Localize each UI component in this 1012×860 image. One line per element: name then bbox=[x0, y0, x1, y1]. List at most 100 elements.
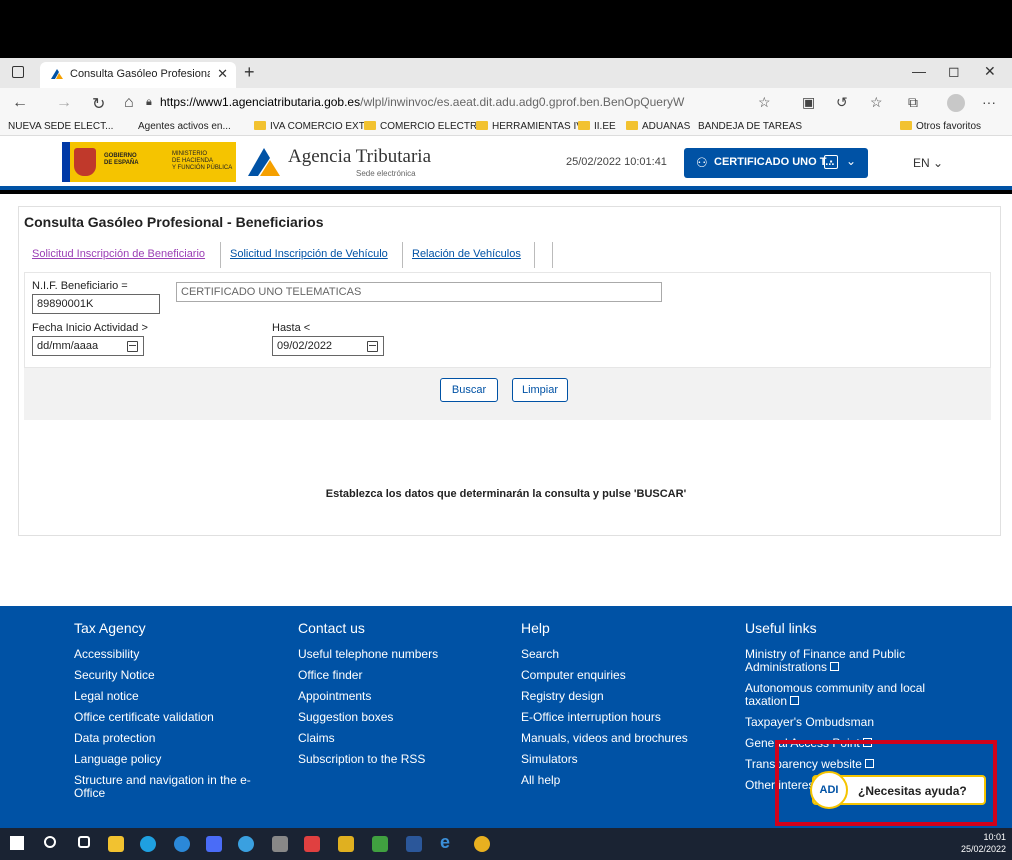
internet-explorer-icon[interactable]: e bbox=[440, 832, 456, 852]
system-clock[interactable]: 10:01 25/02/2022 bbox=[961, 831, 1006, 855]
app-icon[interactable] bbox=[338, 836, 354, 852]
bookmark-item[interactable]: Agentes activos en... bbox=[138, 121, 231, 132]
footer-link[interactable]: Data protection bbox=[74, 732, 274, 745]
bookmark-label: IVA COMERCIO EXT... bbox=[270, 121, 373, 132]
start-date-field[interactable]: dd/mm/aaaa bbox=[32, 336, 144, 356]
footer-link[interactable]: E-Office interruption hours bbox=[521, 711, 721, 724]
footer-link[interactable]: Simulators bbox=[521, 753, 721, 766]
calendar-icon[interactable] bbox=[127, 341, 138, 352]
tab-actions-icon[interactable] bbox=[12, 66, 24, 78]
footer-link[interactable]: Legal notice bbox=[74, 690, 274, 703]
footer-link[interactable]: Accessibility bbox=[74, 648, 274, 661]
agency-name[interactable]: Agencia Tributaria bbox=[288, 146, 431, 168]
new-tab-icon[interactable]: + bbox=[244, 62, 255, 83]
other-favorites[interactable]: Otros favoritos bbox=[900, 121, 981, 132]
url-field[interactable]: https://www1.agenciatributaria.gob.es/wl… bbox=[160, 95, 684, 109]
footer-link[interactable]: Computer enquiries bbox=[521, 669, 721, 682]
network-app-icon[interactable] bbox=[238, 836, 254, 852]
bookmark-label: HERRAMIENTAS IVA bbox=[492, 121, 589, 132]
footer-link[interactable]: Claims bbox=[298, 732, 498, 745]
forward-icon[interactable]: → bbox=[56, 94, 72, 112]
footer-link[interactable]: Manuals, videos and brochures bbox=[521, 732, 721, 745]
footer-link[interactable]: Appointments bbox=[298, 690, 498, 703]
footer-link[interactable]: All help bbox=[521, 774, 721, 787]
bookmark-item[interactable]: ADUANAS bbox=[626, 121, 690, 132]
word-icon[interactable] bbox=[406, 836, 422, 852]
assistant-avatar[interactable]: ADI bbox=[810, 771, 848, 809]
coat-of-arms-icon bbox=[74, 148, 96, 176]
footer-link[interactable]: Office certificate validation bbox=[74, 711, 274, 724]
help-chat-button[interactable]: ADI ¿Necesitas ayuda? bbox=[810, 771, 986, 809]
footer-link[interactable]: Office finder bbox=[298, 669, 498, 682]
profile-avatar[interactable] bbox=[947, 94, 965, 112]
bookmark-item[interactable]: HERRAMIENTAS IVA bbox=[476, 121, 589, 132]
chrome-icon[interactable] bbox=[474, 836, 490, 852]
browser-tab[interactable]: Consulta Gasóleo Profesional - B ✕ bbox=[40, 62, 236, 88]
refresh-extension-icon[interactable]: ↺ bbox=[836, 94, 848, 111]
more-icon[interactable]: ··· bbox=[982, 94, 996, 110]
clear-button[interactable]: Limpiar bbox=[512, 378, 568, 402]
bookmark-item[interactable]: II.EE bbox=[578, 121, 616, 132]
lock-icon[interactable]: 🔒︎ bbox=[146, 96, 152, 109]
nif-field[interactable]: 89890001K bbox=[32, 294, 160, 314]
footer-link[interactable]: Ministry of Finance and Public Administr… bbox=[745, 648, 935, 674]
back-icon[interactable]: ← bbox=[12, 94, 28, 112]
agency-logo-icon[interactable] bbox=[246, 146, 282, 178]
app-icon[interactable] bbox=[174, 836, 190, 852]
clock-time: 10:01 bbox=[983, 832, 1006, 842]
restore-icon[interactable]: ◻ bbox=[948, 63, 960, 80]
tab-vehicle-registration[interactable]: Solicitud Inscripción de Vehículo bbox=[230, 248, 388, 260]
extension-icon[interactable]: ▣ bbox=[802, 94, 815, 111]
bookmark-item[interactable]: COMERCIO ELECTR... bbox=[364, 121, 486, 132]
agency-favicon-icon bbox=[51, 69, 63, 79]
folder-icon bbox=[626, 121, 638, 130]
certificate-user-button[interactable]: ⚇ CERTIFICADO UNO T... ▪ ⌄ bbox=[684, 148, 868, 178]
footer-link[interactable]: Search bbox=[521, 648, 721, 661]
notification-icon[interactable]: ▪ bbox=[824, 155, 838, 169]
footer-link-label: Autonomous community and local taxation bbox=[745, 681, 926, 708]
search-icon[interactable] bbox=[44, 836, 56, 848]
footer-link[interactable]: Subscription to the RSS bbox=[298, 753, 498, 766]
bookmark-item[interactable]: IVA COMERCIO EXT... bbox=[254, 121, 372, 132]
bookmark-item[interactable]: NUEVA SEDE ELECT... bbox=[8, 121, 113, 132]
bookmark-item[interactable]: BANDEJA DE TAREAS bbox=[698, 121, 802, 132]
window-close-icon[interactable]: ✕ bbox=[984, 63, 996, 80]
calendar-icon[interactable] bbox=[367, 341, 378, 352]
footer-link[interactable]: Registry design bbox=[521, 690, 721, 703]
browser-tabbar: Consulta Gasóleo Profesional - B ✕ + — ◻… bbox=[0, 58, 1012, 88]
collections-icon[interactable]: ⧉ bbox=[908, 94, 918, 111]
footer-link[interactable]: Language policy bbox=[74, 753, 274, 766]
search-button[interactable]: Buscar bbox=[440, 378, 498, 402]
read-aloud-icon[interactable]: ☆ bbox=[758, 94, 771, 111]
language-selector[interactable]: EN ⌄ bbox=[913, 156, 943, 170]
reload-icon[interactable]: ↻ bbox=[92, 94, 105, 114]
government-logo[interactable]: GOBIERNO DE ESPAÑA MINISTERIO DE HACIENDA Y… bbox=[62, 142, 236, 182]
start-icon[interactable] bbox=[10, 836, 24, 850]
tab-divider bbox=[534, 242, 535, 268]
file-explorer-icon[interactable] bbox=[108, 836, 124, 852]
minimize-icon[interactable]: — bbox=[912, 63, 926, 79]
teams-icon[interactable] bbox=[206, 836, 222, 852]
end-date-value: 09/02/2022 bbox=[277, 340, 333, 352]
home-icon[interactable]: ⌂ bbox=[124, 94, 134, 112]
edge-icon[interactable] bbox=[140, 836, 156, 852]
bookmark-label: II.EE bbox=[594, 121, 616, 132]
task-view-icon[interactable] bbox=[78, 836, 90, 848]
end-date-field[interactable]: 09/02/2022 bbox=[272, 336, 384, 356]
app-icon[interactable] bbox=[272, 836, 288, 852]
tab-title: Consulta Gasóleo Profesional - B bbox=[70, 68, 210, 80]
footer-link[interactable]: Suggestion boxes bbox=[298, 711, 498, 724]
bookmarks-bar: NUEVA SEDE ELECT... Agentes activos en..… bbox=[0, 118, 1012, 136]
black-band bbox=[0, 0, 1012, 58]
app-icon[interactable] bbox=[304, 836, 320, 852]
footer-link[interactable]: Security Notice bbox=[74, 669, 274, 682]
tab-close-icon[interactable]: ✕ bbox=[217, 66, 228, 82]
footer-link[interactable]: Useful telephone numbers bbox=[298, 648, 498, 661]
tab-vehicle-list[interactable]: Relación de Vehículos bbox=[412, 248, 521, 260]
tab-beneficiary-registration[interactable]: Solicitud Inscripción de Beneficiario bbox=[32, 248, 205, 260]
app-icon[interactable] bbox=[372, 836, 388, 852]
favorites-icon[interactable]: ☆ bbox=[870, 94, 883, 111]
footer-link[interactable]: Autonomous community and local taxation bbox=[745, 682, 945, 708]
footer-link[interactable]: Taxpayer's Ombudsman bbox=[745, 716, 945, 729]
footer-link[interactable]: Structure and navigation in the e-Office bbox=[74, 774, 264, 800]
